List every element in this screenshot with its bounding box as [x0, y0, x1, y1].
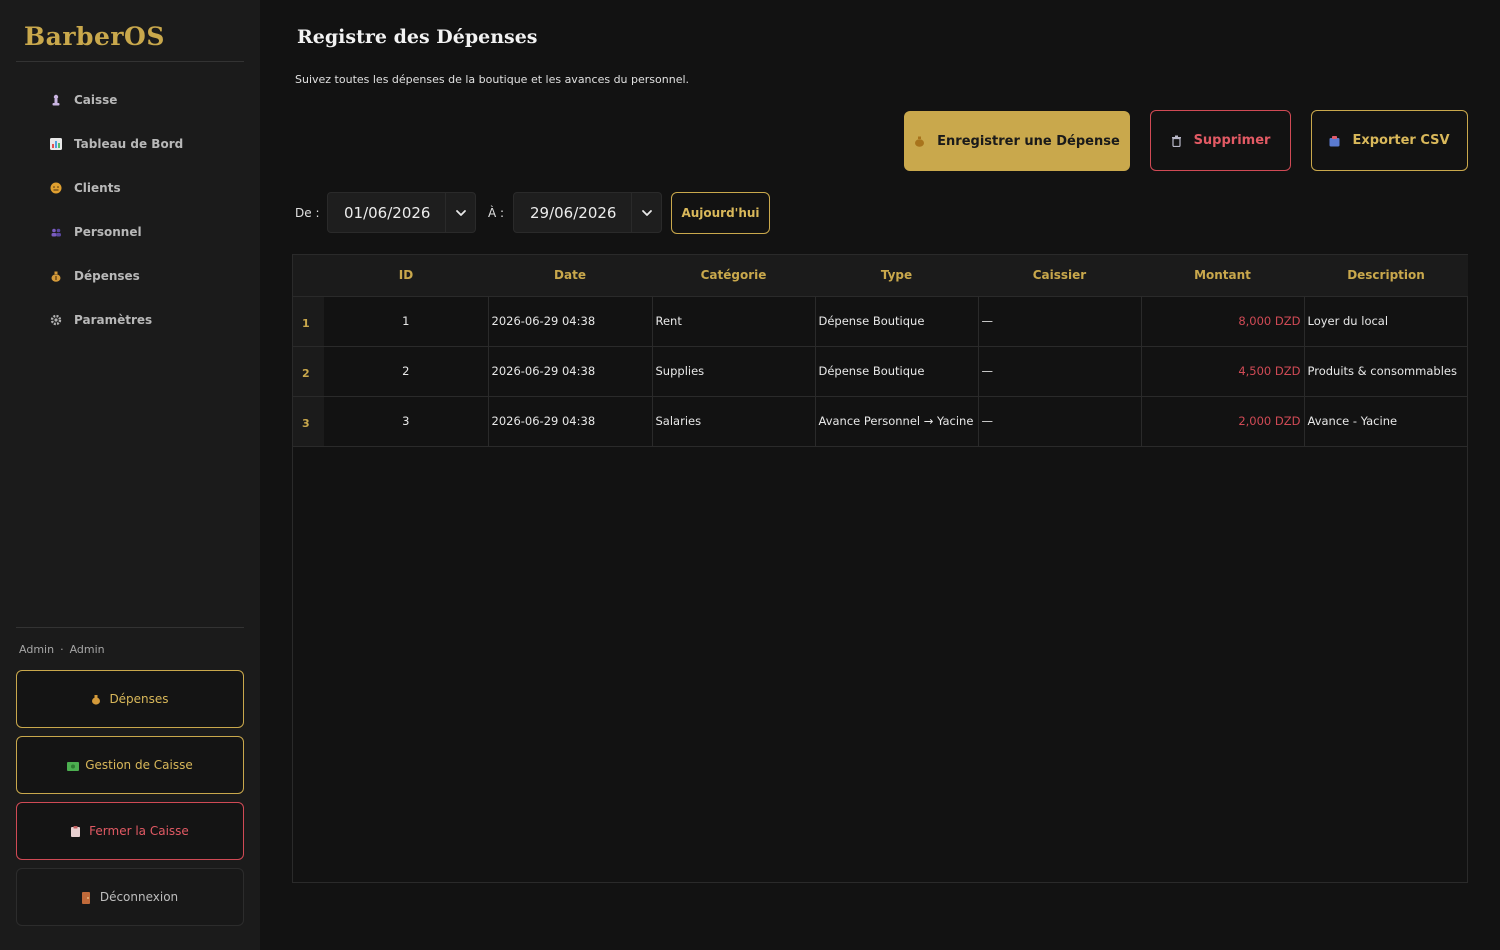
- table-row[interactable]: 2 2 2026-06-29 04:38 Supplies Dépense Bo…: [293, 346, 1468, 397]
- from-label: De :: [295, 206, 320, 220]
- to-date-value: 29/06/2026: [530, 203, 617, 222]
- today-button[interactable]: Aujourd'hui: [671, 192, 770, 234]
- cell-type: Avance Personnel → Yacine: [815, 396, 979, 447]
- money-bag-icon: [91, 694, 101, 705]
- close-cash-button[interactable]: Fermer la Caisse: [16, 802, 244, 860]
- chevron-down-icon[interactable]: [445, 193, 475, 232]
- user-name: Admin: [19, 643, 55, 656]
- chart-icon: [50, 138, 62, 150]
- export-icon: [1329, 135, 1340, 147]
- sidebar-item-label: Personnel: [74, 225, 142, 239]
- sidebar-item-label: Paramètres: [74, 313, 153, 327]
- to-date-picker[interactable]: 29/06/2026: [513, 192, 662, 233]
- from-date-picker[interactable]: 01/06/2026: [327, 192, 476, 233]
- cash-management-button[interactable]: Gestion de Caisse: [16, 736, 244, 794]
- sidebar-item-tableau-de-bord[interactable]: Tableau de Bord: [16, 122, 244, 166]
- row-number[interactable]: 3: [293, 396, 324, 447]
- delete-label: Supprimer: [1193, 133, 1271, 148]
- divider: [16, 61, 244, 62]
- cell-date: 2026-06-29 04:38: [488, 396, 653, 447]
- sidebar-item-label: Tableau de Bord: [74, 137, 184, 151]
- column-header-description[interactable]: Description: [1304, 255, 1468, 297]
- cell-description: Loyer du local: [1304, 296, 1468, 347]
- divider: [16, 627, 244, 628]
- gear-icon: [50, 314, 62, 326]
- cash-management-button-label: Gestion de Caisse: [85, 758, 193, 772]
- record-expense-label: Enregistrer une Dépense: [937, 133, 1120, 149]
- row-number-header: [293, 255, 324, 297]
- export-csv-button[interactable]: Exporter CSV: [1311, 110, 1468, 171]
- to-label: À :: [488, 206, 505, 220]
- row-number[interactable]: 2: [293, 346, 324, 397]
- trash-icon: [1171, 135, 1182, 147]
- cell-date: 2026-06-29 04:38: [488, 296, 653, 347]
- cell-amount: 4,500 DZD: [1141, 346, 1305, 397]
- money-bag-icon: [50, 270, 62, 282]
- cell-amount: 2,000 DZD: [1141, 396, 1305, 447]
- page-subtitle: Suivez toutes les dépenses de la boutiqu…: [295, 73, 690, 86]
- user-info: Admin · Admin: [19, 643, 105, 656]
- cell-date: 2026-06-29 04:38: [488, 346, 653, 397]
- table-header-row: ID Date Catégorie Type Caissier Montant …: [293, 255, 1468, 297]
- brand-logo: BarberOS: [24, 22, 165, 51]
- expenses-button[interactable]: Dépenses: [16, 670, 244, 728]
- expenses-table: ID Date Catégorie Type Caissier Montant …: [292, 254, 1468, 883]
- sidebar-item-parametres[interactable]: Paramètres: [16, 298, 244, 342]
- column-header-id[interactable]: ID: [324, 255, 488, 297]
- user-role: Admin: [69, 643, 105, 656]
- people-icon: [50, 226, 62, 238]
- face-icon: [50, 182, 62, 194]
- cell-id: 1: [324, 296, 489, 347]
- separator-dot: ·: [60, 643, 64, 656]
- sidebar-item-caisse[interactable]: Caisse: [16, 78, 244, 122]
- chevron-down-icon[interactable]: [631, 193, 661, 232]
- sidebar-nav: Caisse Tableau de Bord Clients Personnel…: [16, 78, 244, 342]
- clipboard-icon: [71, 825, 81, 837]
- export-csv-label: Exporter CSV: [1352, 133, 1450, 148]
- logout-button[interactable]: Déconnexion: [16, 868, 244, 926]
- cell-amount: 8,000 DZD: [1141, 296, 1305, 347]
- record-expense-button[interactable]: Enregistrer une Dépense: [904, 111, 1130, 171]
- column-header-amount[interactable]: Montant: [1141, 255, 1304, 297]
- cell-id: 2: [324, 346, 489, 397]
- door-icon: [81, 891, 92, 904]
- column-header-date[interactable]: Date: [488, 255, 652, 297]
- cell-cashier: —: [978, 346, 1142, 397]
- cell-type: Dépense Boutique: [815, 296, 979, 347]
- row-number[interactable]: 1: [293, 296, 324, 347]
- page-title: Registre des Dépenses: [297, 26, 538, 48]
- sidebar-item-label: Clients: [74, 181, 121, 195]
- expenses-button-label: Dépenses: [109, 692, 169, 706]
- cell-category: Rent: [652, 296, 816, 347]
- column-header-cashier[interactable]: Caissier: [978, 255, 1141, 297]
- sidebar-item-label: Dépenses: [74, 269, 140, 283]
- cell-type: Dépense Boutique: [815, 346, 979, 397]
- cell-id: 3: [324, 396, 489, 447]
- from-date-value: 01/06/2026: [344, 203, 431, 222]
- sidebar-item-personnel[interactable]: Personnel: [16, 210, 244, 254]
- cell-cashier: —: [978, 296, 1142, 347]
- cell-cashier: —: [978, 396, 1142, 447]
- pawn-icon: [50, 94, 62, 106]
- logout-button-label: Déconnexion: [99, 890, 179, 904]
- close-cash-button-label: Fermer la Caisse: [89, 824, 189, 838]
- money-bag-icon: [914, 135, 925, 147]
- table-row[interactable]: 1 1 2026-06-29 04:38 Rent Dépense Boutiq…: [293, 296, 1468, 347]
- sidebar-item-label: Caisse: [74, 93, 118, 107]
- cell-description: Avance - Yacine: [1304, 396, 1468, 447]
- table-row[interactable]: 3 3 2026-06-29 04:38 Salaries Avance Per…: [293, 396, 1468, 447]
- banknote-icon: [67, 760, 80, 771]
- column-header-type[interactable]: Type: [815, 255, 978, 297]
- column-header-category[interactable]: Catégorie: [652, 255, 815, 297]
- cell-description: Produits & consommables: [1304, 346, 1468, 397]
- sidebar: BarberOS Caisse Tableau de Bord Clients …: [0, 0, 260, 950]
- delete-button[interactable]: Supprimer: [1150, 110, 1291, 171]
- sidebar-item-clients[interactable]: Clients: [16, 166, 244, 210]
- cell-category: Salaries: [652, 396, 816, 447]
- sidebar-item-depenses[interactable]: Dépenses: [16, 254, 244, 298]
- cell-category: Supplies: [652, 346, 816, 397]
